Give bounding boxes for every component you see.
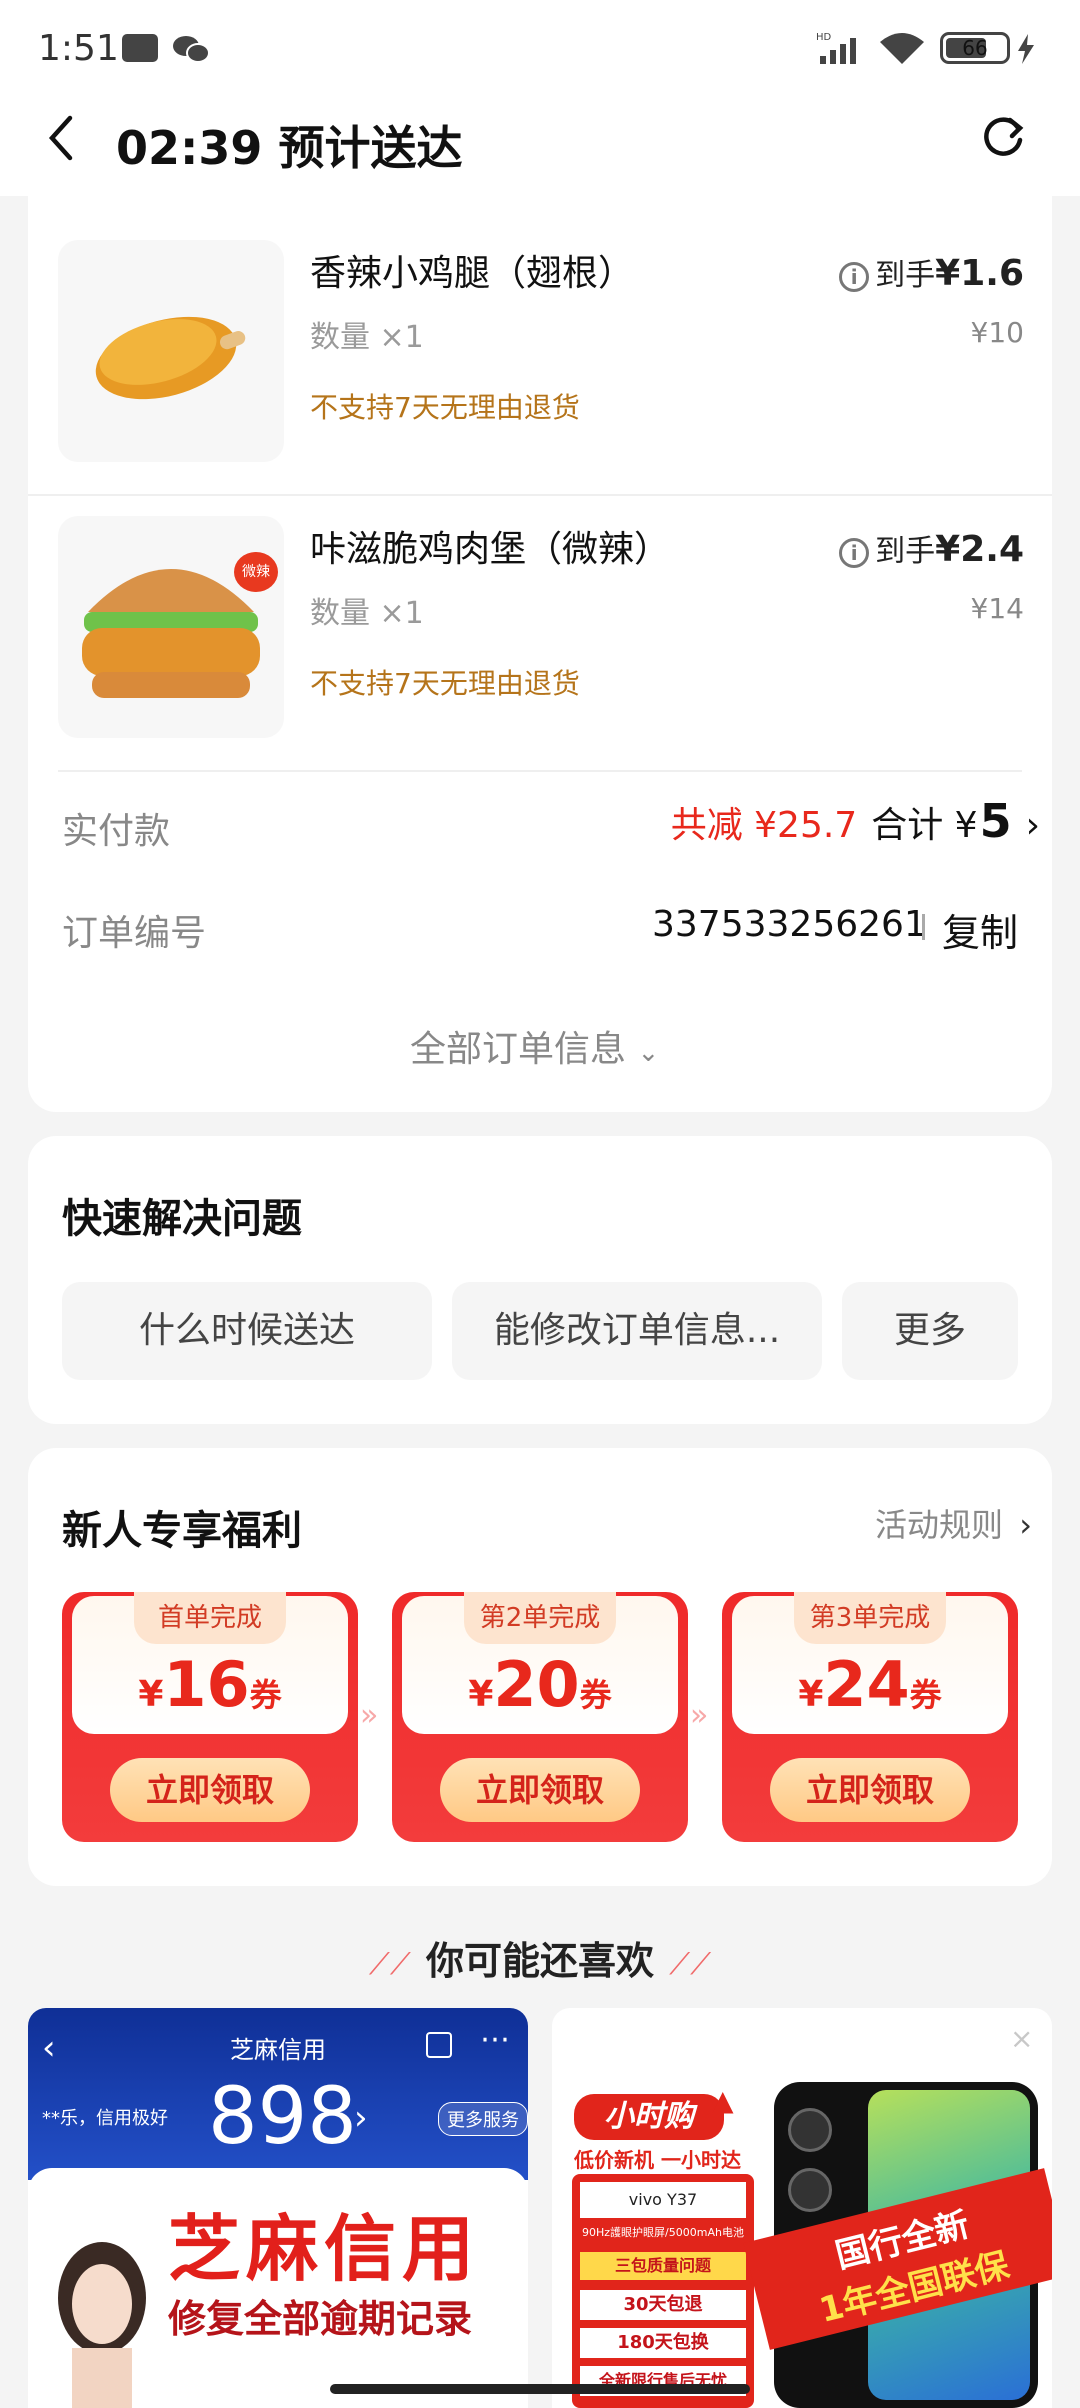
item-quantity: 数量 ×1: [310, 320, 424, 355]
charging-icon: [1016, 34, 1036, 64]
ad-user: **乐，信用极好: [42, 2108, 168, 2129]
payment-label: 实付款: [62, 811, 171, 852]
item-quantity: 数量 ×1: [310, 596, 424, 631]
chevron-right-icon: ›: [1019, 1506, 1032, 1544]
order-item[interactable]: 香辣小鸡腿（翅根） 数量 ×1 不支持7天无理由退货 i 到手¥1.6 ¥10: [28, 220, 1052, 490]
back-button[interactable]: [40, 108, 84, 168]
info-icon[interactable]: i: [839, 537, 870, 568]
order-number-label: 订单编号: [62, 913, 207, 954]
ad-slogan: 低价新机 一小时达: [574, 2148, 741, 2172]
recommend-heading: ⟋⟋ 你可能还喜欢 ⟋⟋: [0, 1930, 1080, 1985]
claim-button[interactable]: 立即领取: [440, 1758, 640, 1822]
ad-card-phone[interactable]: × 小时购 ▲ 低价新机 一小时达 vivo Y37 90Hz護眼护眼屏/500…: [552, 2008, 1052, 2408]
activity-rules-link[interactable]: 活动规则 ›: [875, 1500, 1032, 1546]
copy-button[interactable]: 复制: [942, 902, 1018, 957]
total-amount: 5: [979, 794, 1012, 848]
avatar-image: [42, 2228, 162, 2408]
coupon-amount: ¥24券: [798, 1648, 942, 1721]
item-return-note: 不支持7天无理由退货: [310, 667, 580, 700]
item-final-price: i 到手¥2.4: [764, 526, 1024, 570]
calendar-icon: [426, 2032, 452, 2058]
battery-icon: 66: [940, 32, 1010, 64]
more-dots-icon: ⋯: [480, 2022, 510, 2057]
rocket-icon: ▲: [712, 2084, 734, 2117]
coupon-amount: ¥16券: [138, 1648, 282, 1721]
close-icon[interactable]: ×: [1010, 2022, 1033, 2055]
ad-headline: 芝麻信用: [168, 2207, 481, 2291]
ad-return: 30天包退: [580, 2290, 746, 2320]
claim-button[interactable]: 立即领取: [770, 1758, 970, 1822]
quick-chip-modify-order[interactable]: 能修改订单信息...: [452, 1282, 822, 1380]
decoration-left-icon: ⟋⟋: [368, 1947, 411, 1982]
refresh-button[interactable]: [978, 110, 1028, 164]
chevron-right-icon: ›: [1025, 805, 1040, 846]
decoration-right-icon: ⟋⟋: [669, 1947, 712, 1982]
message-icon: [122, 34, 158, 62]
ad-model: vivo Y37: [580, 2182, 746, 2218]
quick-solve-title: 快速解决问题: [62, 1196, 302, 1242]
activity-rules-label: 活动规则: [875, 1506, 1004, 1544]
double-chevron-icon: »: [690, 1698, 709, 1733]
item-return-note: 不支持7天无理由退货: [310, 391, 580, 424]
coupon-condition: 第3单完成: [794, 1592, 946, 1644]
item-original-price: ¥14: [970, 592, 1024, 625]
ad-subline: 修复全部逾期记录: [168, 2297, 473, 2341]
divider: [58, 770, 1022, 772]
quick-solve-card: [28, 1136, 1052, 1424]
discount-amount: 共减 ¥25.7: [670, 805, 858, 846]
more-services: 更多服务: [438, 2102, 528, 2136]
welfare-title: 新人专享福利: [62, 1508, 302, 1554]
ad-card-zhima[interactable]: ‹ 芝麻信用 ⋯ **乐，信用极好 898 › 更多服务 芝麻信用 修复全部逾期…: [28, 2008, 528, 2408]
double-chevron-icon: »: [360, 1698, 379, 1733]
refresh-icon: [984, 117, 1024, 156]
coupon-card[interactable]: 首单完成 ¥16券 立即领取: [62, 1592, 358, 1842]
chevron-down-icon: ⌄: [637, 1038, 660, 1068]
item-name: 香辣小鸡腿（翅根）: [310, 253, 635, 294]
item-final-price: i 到手¥1.6: [764, 250, 1024, 294]
signal-icon: HD: [816, 30, 866, 66]
ad-exchange: 180天包换: [580, 2328, 746, 2358]
coupon-condition: 第2单完成: [464, 1592, 616, 1644]
info-icon[interactable]: i: [839, 261, 870, 292]
claim-button[interactable]: 立即领取: [110, 1758, 310, 1822]
order-item[interactable]: 微辣 咔滋脆鸡肉堡（微辣） 数量 ×1 不支持7天无理由退货 i 到手¥2.4 ¥…: [28, 496, 1052, 766]
ad-issue: 三包质量问题: [580, 2252, 746, 2280]
chicken-leg-image: [58, 240, 284, 462]
back-arrow-icon: ‹: [42, 2028, 56, 2068]
all-order-info-label: 全部订单信息: [410, 1029, 627, 1070]
status-time: 1:51: [38, 28, 119, 69]
coupon-card[interactable]: 第2单完成 ¥20券 立即领取: [392, 1592, 688, 1842]
ad-spec: 90Hz護眼护眼屏/5000mAh电池: [582, 2226, 744, 2239]
home-indicator[interactable]: [330, 2384, 750, 2394]
wechat-icon: [172, 34, 210, 64]
ad-app-title: 芝麻信用: [230, 2036, 326, 2064]
coupon-condition: 首单完成: [134, 1592, 286, 1644]
recommend-title: 你可能还喜欢: [425, 1939, 654, 1983]
wifi-icon: [878, 32, 926, 66]
coupon-card[interactable]: 第3单完成 ¥24券 立即领取: [722, 1592, 1018, 1842]
back-arrow-icon: [48, 115, 73, 161]
spicy-badge: 微辣: [234, 552, 278, 592]
payment-total-row[interactable]: 共减 ¥25.7 合计 ¥ 5 ›: [671, 794, 1040, 854]
total-label: 合计 ¥: [871, 805, 978, 846]
credit-score: 898: [208, 2072, 357, 2162]
chevron-right-icon: ›: [354, 2098, 368, 2138]
item-original-price: ¥10: [970, 316, 1024, 349]
all-order-info-toggle[interactable]: 全部订单信息 ⌄: [410, 1020, 659, 1072]
quick-chip-more[interactable]: 更多: [842, 1282, 1018, 1380]
ad-brand: 小时购: [574, 2094, 724, 2140]
quick-chip-delivery-time[interactable]: 什么时候送达: [62, 1282, 432, 1380]
item-name: 咔滋脆鸡肉堡（微辣）: [310, 529, 671, 570]
order-number: 337533256261: [652, 904, 927, 945]
coupon-amount: ¥20券: [468, 1648, 612, 1721]
svg-text:HD: HD: [816, 32, 832, 43]
divider: [922, 914, 925, 940]
chicken-burger-image: 微辣: [58, 516, 284, 738]
page-title: 02:39 预计送达: [116, 121, 463, 175]
